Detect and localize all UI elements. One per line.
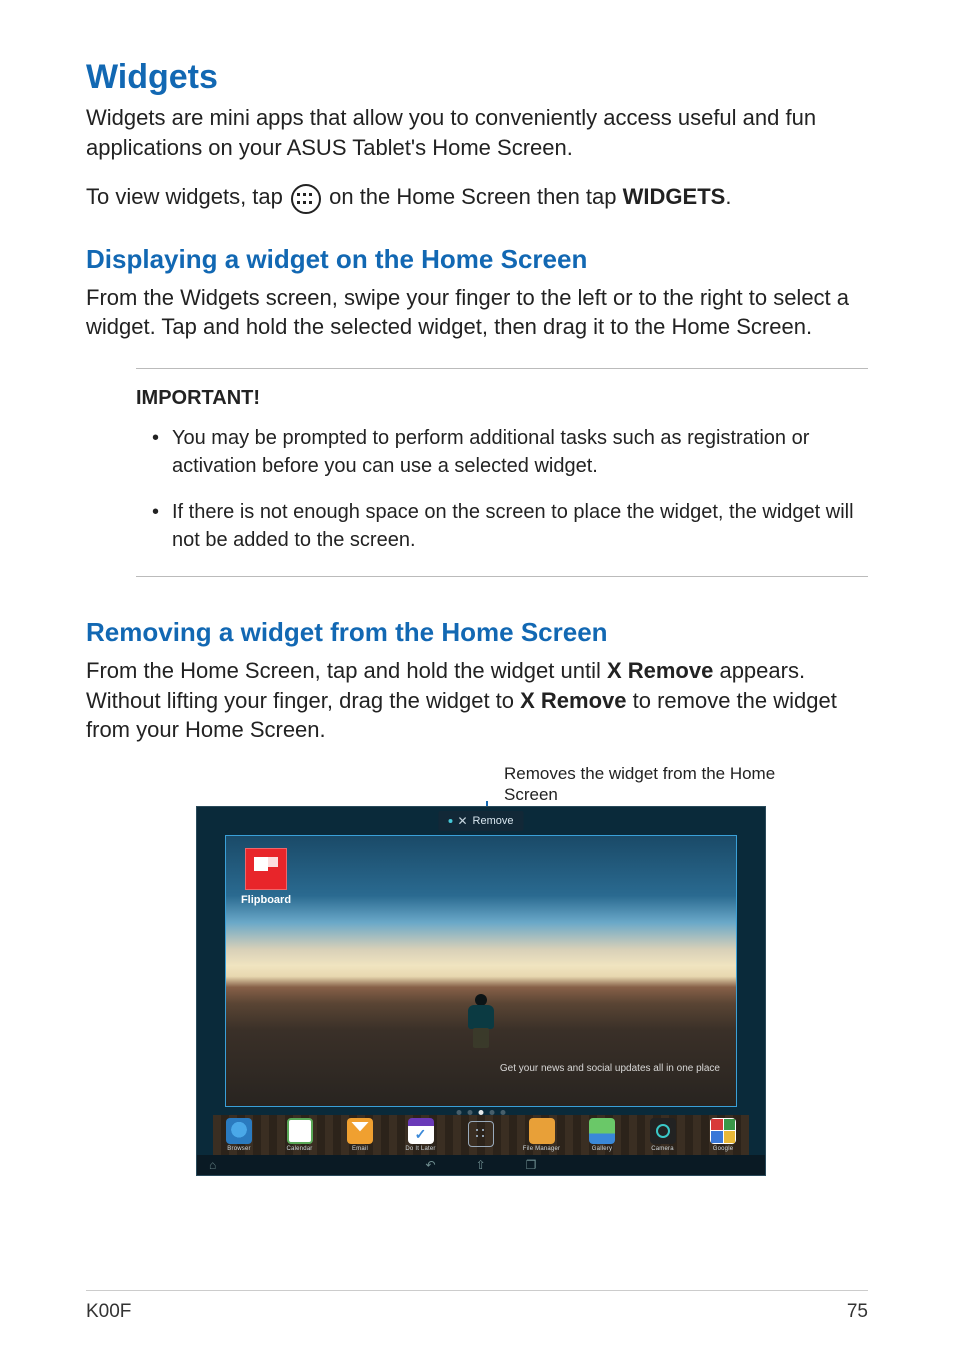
app-label: File Manager xyxy=(523,1146,560,1152)
text-mid: on the Home Screen then tap xyxy=(329,184,623,209)
view-widgets-instruction: To view widgets, tap on the Home Screen … xyxy=(86,180,868,213)
google-apps-icon xyxy=(710,1118,736,1144)
important-list: You may be prompted to perform additiona… xyxy=(136,424,860,554)
todo-icon xyxy=(408,1118,434,1144)
dock-app-allapps[interactable] xyxy=(461,1115,501,1155)
widgets-keyword: WIDGETS xyxy=(623,184,726,209)
callout-text: Removes the widget from the Home Screen xyxy=(504,763,784,806)
recent-icon[interactable]: ❐ xyxy=(526,1158,537,1172)
important-item: You may be prompted to perform additiona… xyxy=(150,424,860,480)
dock-app-camera[interactable]: Camera xyxy=(643,1115,683,1155)
widget-drag-frame[interactable]: Flipboard Get your news and social updat… xyxy=(225,835,737,1107)
x-remove-keyword: X Remove xyxy=(607,658,713,683)
dock-app-files[interactable]: File Manager xyxy=(522,1115,562,1155)
home-indicator-icon: ⌂ xyxy=(209,1158,216,1172)
app-label: Camera xyxy=(651,1146,674,1152)
intro-paragraph: Widgets are mini apps that allow you to … xyxy=(86,103,868,162)
back-icon[interactable]: ↶ xyxy=(426,1158,436,1172)
app-label: Calendar xyxy=(287,1146,313,1152)
footer-model: K00F xyxy=(86,1301,131,1323)
dock-app-google[interactable]: Google xyxy=(703,1115,743,1155)
callout: Removes the widget from the Home Screen xyxy=(486,763,868,806)
important-item: If there is not enough space on the scre… xyxy=(150,498,860,554)
email-icon xyxy=(347,1118,373,1144)
all-apps-icon xyxy=(468,1121,494,1147)
app-label: Google xyxy=(713,1146,734,1152)
dock-app-todo[interactable]: Do It Later xyxy=(401,1115,441,1155)
tablet-screenshot: ✕ Remove Flipboard Get your news and soc… xyxy=(196,806,766,1176)
page-title: Widgets xyxy=(86,58,868,97)
page-footer: K00F 75 xyxy=(86,1290,868,1323)
section-removing-body: From the Home Screen, tap and hold the w… xyxy=(86,656,868,745)
text-pre: To view widgets, tap xyxy=(86,184,289,209)
dock-app-gallery[interactable]: Gallery xyxy=(582,1115,622,1155)
dock-app-calendar[interactable]: Calendar xyxy=(280,1115,320,1155)
section-displaying-title: Displaying a widget on the Home Screen xyxy=(86,244,868,275)
x-remove-keyword: X Remove xyxy=(520,688,626,713)
app-label: Do It Later xyxy=(405,1146,435,1152)
dock-app-email[interactable]: Email xyxy=(340,1115,380,1155)
app-label: Email xyxy=(352,1146,368,1152)
important-label: IMPORTANT! xyxy=(136,387,860,410)
camera-icon xyxy=(650,1118,676,1144)
figure: Removes the widget from the Home Screen … xyxy=(196,763,868,1176)
person-silhouette xyxy=(464,994,498,1048)
browser-icon xyxy=(226,1118,252,1144)
flipboard-label: Flipboard xyxy=(238,894,294,906)
gallery-icon xyxy=(589,1118,615,1144)
manual-page: Widgets Widgets are mini apps that allow… xyxy=(0,0,954,1357)
home-icon[interactable]: ⇧ xyxy=(476,1158,486,1172)
app-label: Browser xyxy=(227,1146,250,1152)
indicator-dot xyxy=(448,819,452,823)
flipboard-icon xyxy=(245,848,287,890)
text: From the Home Screen, tap and hold the w… xyxy=(86,658,607,683)
flipboard-widget[interactable]: Flipboard xyxy=(238,848,294,906)
remove-label: Remove xyxy=(473,815,514,827)
dock-app-browser[interactable]: Browser xyxy=(219,1115,259,1155)
app-dock: Browser Calendar Email Do It Later File … xyxy=(213,1115,749,1155)
close-icon: ✕ xyxy=(457,814,467,828)
text-end: . xyxy=(725,184,731,209)
section-removing-title: Removing a widget from the Home Screen xyxy=(86,617,868,648)
footer-page-number: 75 xyxy=(847,1301,868,1323)
section-displaying-body: From the Widgets screen, swipe your fing… xyxy=(86,283,868,342)
files-icon xyxy=(529,1118,555,1144)
system-navbar: ⌂ ↶ ⇧ ❐ xyxy=(197,1155,765,1175)
app-label: Gallery xyxy=(592,1146,612,1152)
remove-bar[interactable]: ✕ Remove xyxy=(438,811,523,831)
all-apps-icon xyxy=(291,184,321,214)
important-box: IMPORTANT! You may be prompted to perfor… xyxy=(136,368,868,577)
calendar-icon xyxy=(287,1118,313,1144)
widget-tagline: Get your news and social updates all in … xyxy=(500,1063,720,1074)
